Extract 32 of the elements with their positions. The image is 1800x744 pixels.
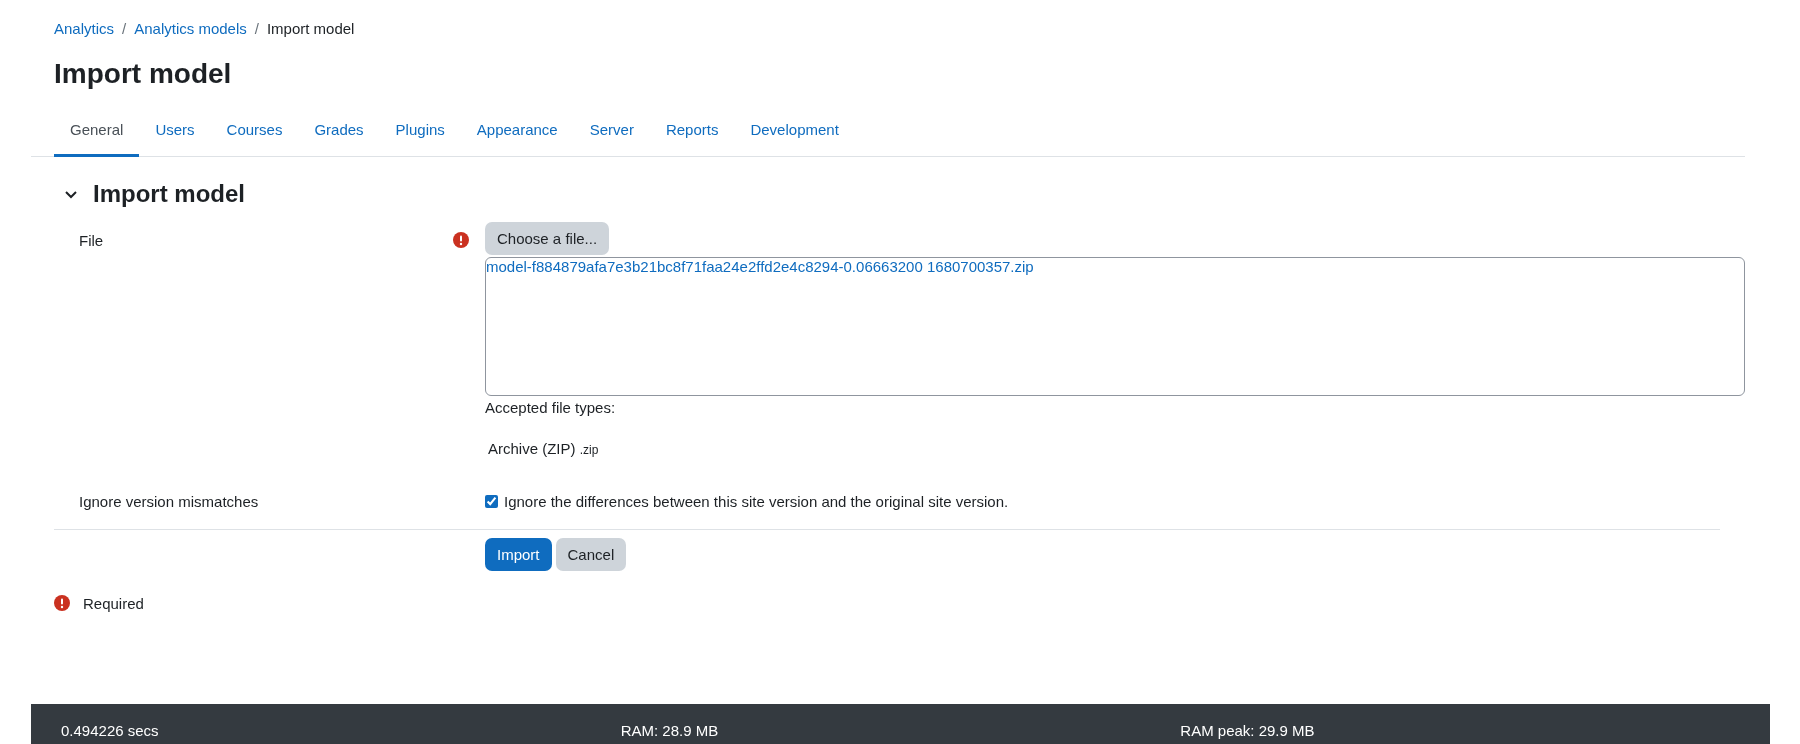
file-dropzone[interactable]: model-f884879afa7e3b21bc8f71faa24e2ffd2e4c8294-0.06663200 1680700357.zip <box>485 256 1745 396</box>
accepted-types-label: Accepted file types: <box>485 398 617 416</box>
footer-stat: RAM peak: 29.9 MB <box>1180 722 1316 741</box>
checkbox[interactable] <box>485 494 498 508</box>
breadcrumb-separator: / <box>122 20 127 37</box>
nav-tab[interactable]: Development <box>734 108 855 157</box>
nav-tab[interactable]: Reports <box>649 108 735 157</box>
nav-tab[interactable]: Users <box>139 108 211 157</box>
field-label: File <box>79 231 104 249</box>
breadcrumb-current: Import model <box>266 20 355 37</box>
page-title: Import model <box>54 57 233 91</box>
nav-tab[interactable]: Plugins <box>379 108 461 157</box>
nav-tab[interactable]: Courses <box>210 108 299 157</box>
nav-tab[interactable]: Appearance <box>460 108 574 157</box>
breadcrumb-separator: / <box>254 20 259 37</box>
choose-file-button[interactable]: Choose a file... <box>485 221 610 255</box>
breadcrumb-link[interactable]: Analytics <box>54 20 115 37</box>
file-link[interactable]: model-f884879afa7e3b21bc8f71faa24e2ffd2e4c8294-0.06663200 1680700357.zip <box>486 257 1034 275</box>
field-label: Ignore version mismatches <box>79 492 259 510</box>
nav-tab[interactable]: Grades <box>298 108 380 157</box>
required-note: Required <box>83 594 144 612</box>
import-button[interactable]: Import <box>485 537 552 571</box>
footer-stat: RAM: 28.9 MB <box>620 722 720 741</box>
cancel-button[interactable]: Cancel <box>555 537 627 571</box>
breadcrumb-link[interactable]: Analytics models <box>134 20 247 37</box>
section-title: Import model <box>93 179 245 208</box>
required-icon <box>54 595 70 612</box>
footer-stat: 0.494226 secs <box>61 722 160 741</box>
checkbox-label: Ignore the differences between this site version and the original site version. <box>504 492 1009 510</box>
nav-tab[interactable]: Server <box>573 108 650 157</box>
nav-tab[interactable]: General <box>54 108 140 157</box>
file-type-text: Archive (ZIP) .zip <box>487 439 600 457</box>
